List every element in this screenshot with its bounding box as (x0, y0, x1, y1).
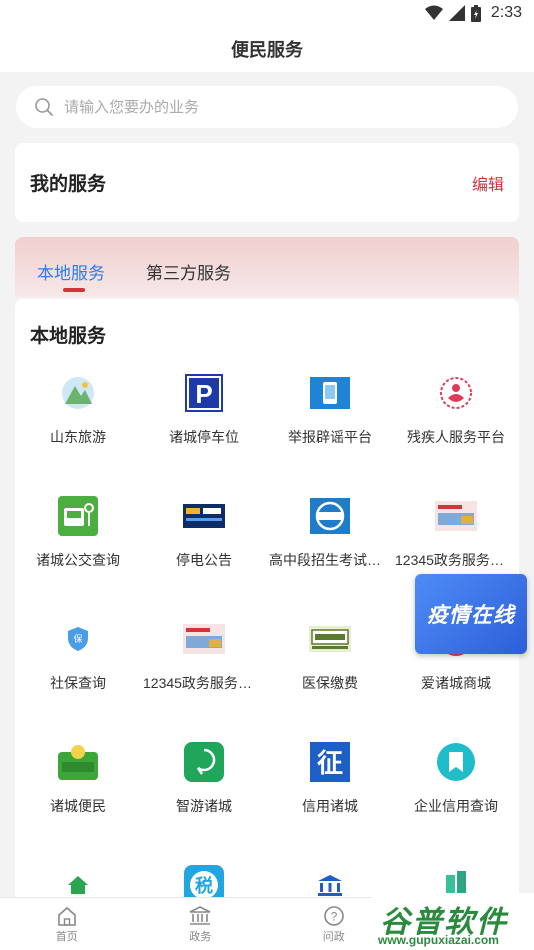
svg-text:税: 税 (195, 875, 213, 897)
edit-button[interactable]: 编辑 (472, 171, 504, 195)
watermark-logo: 谷普软件园 www.gupuxiazai.com (372, 893, 534, 950)
shield-icon: 保 (56, 617, 100, 661)
service-label: 爱诸城商城 (421, 675, 491, 691)
service-label: 残疾人服务平台 (407, 429, 505, 445)
service-label: 信用诸城 (302, 798, 358, 814)
nav-label: 政务 (189, 930, 212, 943)
service-item[interactable]: 高中段招生考试查询 (267, 494, 393, 617)
status-icons: 2:33 (424, 4, 522, 22)
tab-active-indicator (63, 288, 85, 292)
watermark-url: www.gupuxiazai.com (378, 933, 499, 947)
service-item[interactable]: 保 社保查询 (15, 617, 141, 740)
service-label: 诸城便民 (50, 798, 106, 814)
service-item[interactable]: 12345政务服务热线 (141, 617, 267, 740)
enterprise-credit-icon (434, 740, 478, 784)
service-label: 企业信用查询 (414, 798, 498, 814)
service-item[interactable]: 残疾人服务平台 (393, 371, 519, 494)
page-title: 便民服务 (231, 40, 303, 60)
service-item[interactable]: 企业信用查询 (393, 740, 519, 863)
service-label: 12345政务服务热线 (143, 675, 265, 691)
section-title: 本地服务 (30, 326, 107, 347)
svg-text:P: P (195, 379, 212, 409)
phone-report-icon (308, 371, 352, 415)
search-bar[interactable] (16, 86, 518, 128)
disability-service-icon (434, 371, 478, 415)
status-bar: 2:33 (0, 0, 534, 28)
my-services-card: 我的服务 编辑 (15, 143, 519, 222)
epidemic-online-banner[interactable]: 疫情在线 (415, 574, 527, 654)
service-label: 社保查询 (50, 675, 106, 691)
nav-item-government[interactable]: 政务 (134, 898, 268, 950)
service-tabs: 本地服务 第三方服务 (15, 237, 519, 297)
service-label: 医保缴费 (302, 675, 358, 691)
svg-text:征: 征 (317, 749, 343, 779)
service-item[interactable]: 征 信用诸城 (267, 740, 393, 863)
nav-label: 问政 (322, 930, 345, 943)
exam-query-icon (308, 494, 352, 538)
nav-label: 首页 (55, 930, 78, 943)
service-label: 诸城公交查询 (36, 552, 120, 568)
status-time: 2:33 (490, 4, 522, 21)
service-label: 12345政务服务热线 (395, 552, 517, 568)
parking-icon: P (182, 371, 226, 415)
medical-insurance-icon (308, 617, 352, 661)
battery-icon (470, 4, 481, 22)
service-item[interactable]: 诸城便民 (15, 740, 141, 863)
my-services-title: 我的服务 (30, 174, 107, 195)
service-label: 举报辟谣平台 (288, 429, 372, 445)
service-item[interactable]: 智游诸城 (141, 740, 267, 863)
tab-third-party-services[interactable]: 第三方服务 (146, 259, 231, 284)
power-notice-icon (182, 494, 226, 538)
service-label: 诸城停车位 (169, 429, 239, 445)
signal-icon (448, 5, 465, 21)
wifi-icon (424, 5, 443, 20)
home-icon (57, 906, 76, 926)
service-item[interactable]: 诸城公交查询 (15, 494, 141, 617)
svg-text:?: ? (330, 909, 337, 923)
convenience-icon (56, 740, 100, 784)
search-icon (35, 98, 53, 116)
credit-icon: 征 (308, 740, 352, 784)
svg-text:保: 保 (73, 633, 82, 645)
hotline-icon (434, 494, 478, 538)
smart-tour-icon (182, 740, 226, 784)
service-label: 山东旅游 (50, 429, 106, 445)
service-label: 停电公告 (176, 552, 232, 568)
service-item[interactable]: 停电公告 (141, 494, 267, 617)
banner-text: 疫情在线 (427, 604, 515, 627)
service-item[interactable]: 山东旅游 (15, 371, 141, 494)
service-item[interactable]: 举报辟谣平台 (267, 371, 393, 494)
service-label: 高中段招生考试查询 (269, 552, 391, 568)
landscape-icon (56, 371, 100, 415)
search-input[interactable] (64, 98, 464, 116)
government-icon (189, 905, 211, 925)
service-label: 智游诸城 (176, 798, 232, 814)
service-item[interactable]: P 诸城停车位 (141, 371, 267, 494)
service-item[interactable]: 医保缴费 (267, 617, 393, 740)
question-icon: ? (323, 905, 344, 926)
app-header: 便民服务 (0, 28, 534, 72)
nav-item-home[interactable]: 首页 (0, 898, 134, 950)
hotline-icon (182, 617, 226, 661)
service-grid: 山东旅游 P 诸城停车位 举报辟谣平台 残疾人服务平台 诸城公交查询 停电公告 … (15, 371, 519, 950)
tab-local-services[interactable]: 本地服务 (37, 259, 105, 284)
bus-icon (56, 494, 100, 538)
